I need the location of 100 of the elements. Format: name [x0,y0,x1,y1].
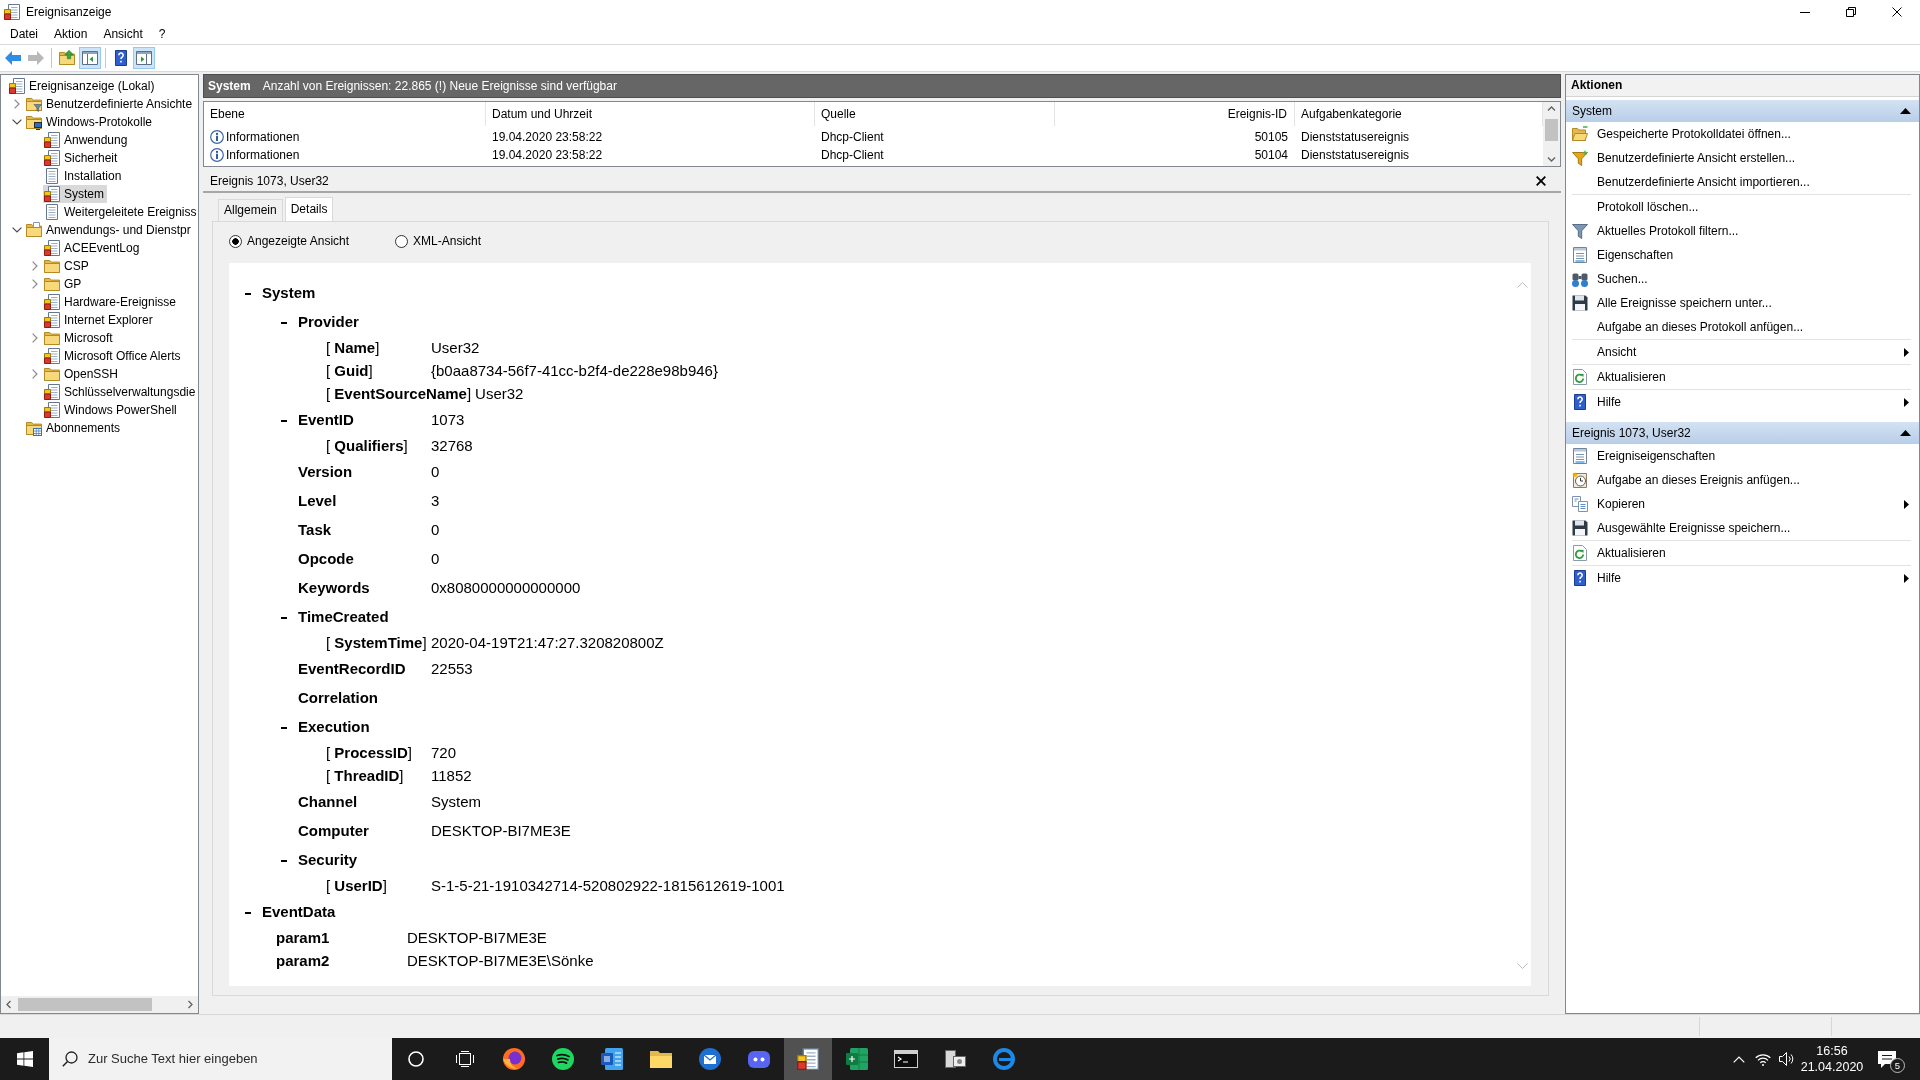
tree-item[interactable]: System [43,185,107,203]
action-item[interactable]: Aktualisieren [1566,365,1919,389]
tree-item[interactable]: Weitergeleitete Ereigniss [43,203,198,221]
clock-date[interactable]: 21.04.2020 [1800,1059,1864,1075]
action-item[interactable]: Ereigniseigenschaften [1566,444,1919,468]
chevron-down-icon[interactable] [12,227,22,233]
minus-icon[interactable] [245,292,251,295]
field-value: User32 [475,385,524,404]
action-pane-button[interactable] [133,47,155,69]
tree-item[interactable]: Microsoft Office Alerts [43,347,184,365]
menu-item[interactable]: Ansicht [95,25,151,43]
radio-label[interactable]: XML-Ansicht [413,233,482,249]
table-row[interactable]: Informationen 19.04.2020 23:58:22 Dhcp-Client 50105 Dienststatusereignis [204,128,1543,146]
spreadsheet-icon [845,1047,869,1071]
field-value: 3 [431,492,440,511]
tree-item[interactable]: Anwendungs- und Dienstpr [25,221,194,239]
action-item[interactable]: Hilfe [1566,566,1919,590]
tree-item[interactable]: Abonnements [25,419,124,437]
tree-item[interactable]: Ereignisanzeige (Lokal) [8,77,158,95]
tree-item[interactable]: Windows PowerShell [43,401,180,419]
group-header[interactable]: Ereignis 1073, User32 [1566,422,1919,444]
chevron-down-icon[interactable] [12,119,22,125]
chevron-right-icon[interactable] [32,261,38,271]
computer-icon [943,1047,967,1071]
action-item[interactable]: Suchen... [1566,267,1919,291]
action-item[interactable]: Hilfe [1566,390,1919,414]
menu-item[interactable]: Aktion [46,25,96,43]
action-item[interactable]: Aufgabe an dieses Protokoll anfügen... [1566,315,1919,339]
action-item[interactable]: Eigenschaften [1566,243,1919,267]
chevron-right-icon[interactable] [32,369,38,379]
folder-up-icon [59,50,75,66]
restore-icon [1846,7,1856,17]
action-item[interactable]: Protokoll löschen... [1566,195,1919,219]
minus-icon[interactable] [245,911,251,914]
folder-icon [44,330,60,346]
caret-up-icon[interactable] [1900,430,1911,436]
notification-count: 5 [1890,1058,1905,1073]
action-item[interactable]: Aufgabe an dieses Ereignis anfügen... [1566,468,1919,492]
tree-item[interactable]: Hardware-Ereignisse [43,293,180,311]
search-field[interactable]: Zur Suche Text hier eingeben [49,1038,392,1080]
tree-pane-button[interactable] [79,47,101,69]
document-tile-icon [600,1047,624,1071]
action-item[interactable]: Ausgewählte Ereignisse speichern... [1566,516,1919,540]
chevron-right-icon[interactable] [32,333,38,343]
notification-button[interactable]: 5 [1865,1038,1909,1080]
tree-item[interactable]: OpenSSH [43,365,122,383]
tree-item[interactable]: Schlüsselverwaltungsdie [43,383,198,401]
tree-item[interactable]: Installation [43,167,125,185]
menu-item[interactable]: ? [150,25,174,43]
event-log-icon [44,150,60,166]
minus-icon[interactable] [281,419,287,422]
field-value: 0 [431,550,440,569]
field-label: EventData [262,903,336,922]
minus-icon[interactable] [281,726,287,729]
horizontal-scrollbar[interactable] [1,996,198,1013]
radio-button[interactable] [395,234,409,248]
group-header[interactable]: System [1566,100,1919,122]
minus-icon[interactable] [281,859,287,862]
radio-label[interactable]: Angezeigte Ansicht [247,233,350,249]
minus-icon[interactable] [281,616,287,619]
field-label: [ Name] [326,339,380,358]
radio-button[interactable] [229,234,242,248]
field-label: EventID [298,411,354,430]
taskbar-button[interactable] [784,1038,832,1080]
clock-time[interactable]: 16:56 [1816,1043,1848,1059]
action-item[interactable]: Kopieren [1566,492,1919,516]
minus-icon[interactable] [281,321,287,324]
action-item[interactable]: Alle Ereignisse speichern unter... [1566,291,1919,315]
action-item[interactable]: Ansicht [1566,340,1919,364]
tree-item[interactable]: Windows-Protokolle [25,113,156,131]
tree-item[interactable]: Benutzerdefinierte Ansichte [25,95,196,113]
tree-item[interactable]: Microsoft [43,329,116,347]
tab[interactable]: Details [284,197,334,221]
log-summary: Anzahl von Ereignissen: 22.865 (!) Neue Ereignisse sind verfügbar [262,78,617,94]
chevron-right-icon[interactable] [14,99,20,109]
tree-item[interactable]: Internet Explorer [43,311,156,329]
action-item[interactable]: Gespeicherte Protokolldatei öffnen... [1566,122,1919,146]
menu-item[interactable]: Datei [2,25,46,43]
ring-bar-icon [992,1047,1016,1071]
event-log-icon [44,132,60,148]
tab[interactable]: Allgemein [218,199,283,221]
help-icon [113,50,129,66]
tree-item[interactable]: Sicherheit [43,149,121,167]
table-row[interactable]: Informationen 19.04.2020 23:58:22 Dhcp-Client 50104 Dienststatusereignis [204,146,1543,164]
action-item[interactable]: Aktuelles Protokoll filtern... [1566,219,1919,243]
field-label: Channel [298,793,358,812]
tree-item[interactable]: Anwendung [43,131,131,149]
vertical-scrollbar[interactable] [1543,102,1560,166]
table-cell: 19.04.2020 23:58:22 [492,129,603,145]
action-item[interactable]: Aktualisieren [1566,541,1919,565]
tree-item[interactable]: CSP [43,257,92,275]
table-cell: 19.04.2020 23:58:22 [492,147,603,163]
field-value: DESKTOP-BI7ME3E [431,822,571,841]
action-item[interactable]: Benutzerdefinierte Ansicht importieren... [1566,170,1919,194]
caret-up-icon[interactable] [1900,108,1911,114]
action-item[interactable]: Benutzerdefinierte Ansicht erstellen... [1566,146,1919,170]
field-value: {b0aa8734-56f7-41cc-b2f4-de228e98b946} [431,362,718,381]
chevron-right-icon[interactable] [32,279,38,289]
tree-item[interactable]: GP [43,275,85,293]
tree-item[interactable]: ACEEventLog [43,239,143,257]
